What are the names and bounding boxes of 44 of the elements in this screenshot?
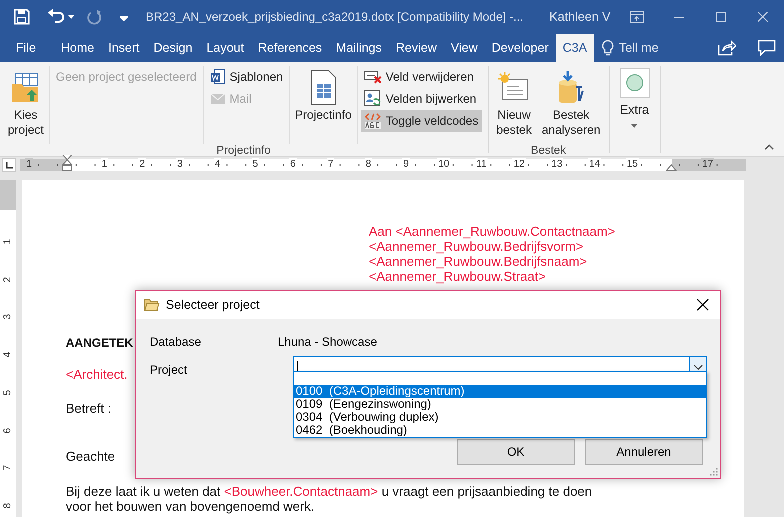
menu-tab[interactable]: Insert — [102, 34, 147, 62]
menu-tab[interactable]: View — [444, 34, 485, 62]
merge-field-line: <Aannemer_Ruwbouw.Bedrijfsvorm> — [369, 239, 584, 254]
ribbon-button[interactable]: Veld verwijderen — [360, 66, 482, 88]
ribbon-button[interactable]: Toggle veldcodes — [360, 110, 482, 132]
ribbon-dropdown-button[interactable]: Extra — [616, 66, 654, 130]
group-label: Projectinfo — [216, 144, 272, 159]
project-option[interactable]: 0109 (Eengezinswoning) — [294, 398, 706, 411]
menu-tab[interactable]: Review — [389, 34, 444, 62]
menu-tab[interactable]: Mailings — [329, 34, 390, 62]
user-name: Kathleen V — [550, 10, 611, 24]
ribbon-button[interactable]: Nieuw bestek — [494, 66, 534, 140]
merge-field-line: <Aannemer_Ruwbouw.Bedrijfsnaam> — [369, 254, 588, 269]
ribbon-button[interactable]: Velden bijwerken — [360, 88, 482, 110]
menu-tab[interactable]: C3A — [556, 34, 594, 62]
document-heading: AANGETEK — [66, 335, 134, 351]
database-name: Lhuna - Showcase — [278, 335, 378, 349]
group-label: Bestek — [530, 144, 568, 159]
menu-tab[interactable]: Developer — [484, 34, 556, 62]
menu-tab[interactable]: References — [251, 34, 330, 62]
menu-tab[interactable]: Layout — [200, 34, 252, 62]
window-title: BR23_AN_verzoek_prijsbieding_c3a2019.dotx [Compatibility Mode] -... — [146, 10, 524, 24]
dialog-button[interactable]: Annuleren — [585, 439, 703, 465]
menu-tab[interactable]: Design — [146, 34, 200, 62]
merge-field-line: <Aannemer_Ruwbouw.Straat> — [369, 269, 546, 284]
body-paragraph: Bij deze laat ik u weten dat <Bouwheer.Contactnaam> u vraagt een prijsaanbieding te doen voor het bouwen van bovengenoemd werk. — [66, 484, 594, 514]
project-option[interactable]: 0100 (C3A-Opleidingscentrum) — [294, 385, 706, 398]
subject-label: Betreft : — [66, 401, 112, 417]
field-label: Project — [150, 363, 188, 377]
tell-me-search[interactable]: Tell me — [602, 34, 659, 62]
merge-field-line: <Architect. — [66, 367, 128, 383]
menu-tab[interactable]: File — [4, 34, 54, 62]
salutation: Geachte — [66, 449, 116, 465]
dialog-button[interactable]: OK — [457, 439, 575, 465]
merge-field-line: Aan <Aannemer_Ruwbouw.Contactnaam> — [369, 224, 616, 239]
project-option[interactable]: 0462 (Boekhouding) — [294, 424, 706, 437]
dialog-title: Selecteer project — [166, 298, 260, 312]
ribbon-button[interactable]: Sjablonen — [206, 66, 286, 88]
field-label: Database — [150, 335, 202, 349]
ribbon-button[interactable]: Projectinfo — [293, 66, 354, 125]
project-option[interactable]: 0304 (Verbouwing duplex) — [294, 411, 706, 424]
ribbon-button[interactable]: Bestek analyseren — [540, 66, 603, 140]
menu-tab[interactable]: Home — [54, 34, 102, 62]
ribbon-button[interactable]: Kies project — [6, 66, 46, 140]
